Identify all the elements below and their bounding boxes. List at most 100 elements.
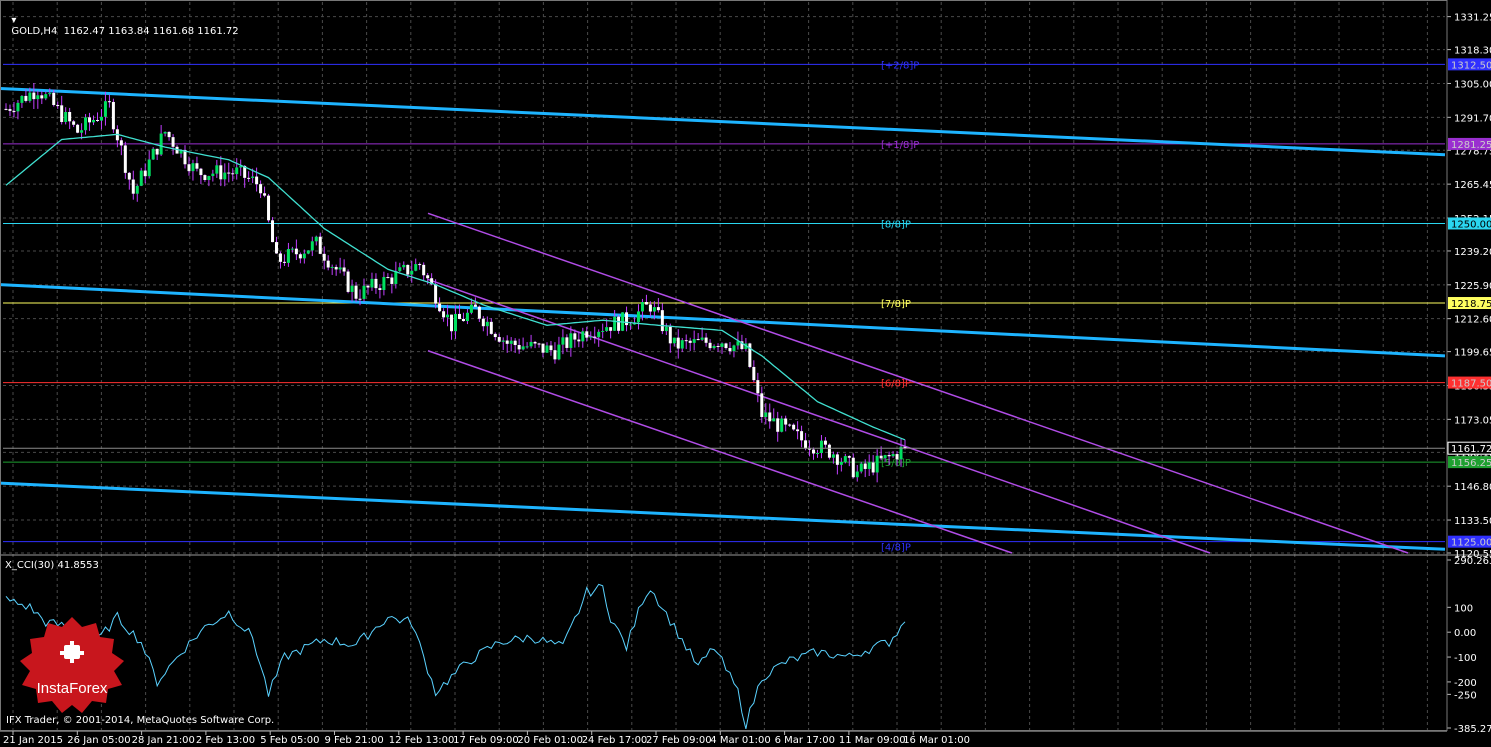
candle-body xyxy=(231,173,235,175)
candle-body xyxy=(286,249,290,263)
candle-body xyxy=(44,94,48,99)
candle-body xyxy=(875,455,879,473)
candle-body xyxy=(199,168,203,176)
candle-body xyxy=(469,304,473,313)
candle-body xyxy=(80,130,84,133)
candle-body xyxy=(187,164,191,172)
candle-body xyxy=(151,148,155,160)
candle-body xyxy=(541,343,545,353)
candle-body xyxy=(648,304,652,312)
time-tick-label: 16 Mar 01:00 xyxy=(903,735,970,746)
candle-body xyxy=(843,456,847,462)
candle-body xyxy=(505,340,509,344)
level-label: [8/8]P xyxy=(881,219,911,230)
candle-body xyxy=(823,440,827,445)
candle-body xyxy=(517,345,521,350)
candle-body xyxy=(716,346,720,348)
candle-body xyxy=(414,264,418,271)
candle-body xyxy=(676,337,680,349)
candle-body xyxy=(4,108,8,110)
candle-body xyxy=(712,346,716,349)
candle-body xyxy=(537,343,541,345)
candle-body xyxy=(326,260,330,268)
candle-body xyxy=(56,105,60,107)
candle-body xyxy=(835,454,839,465)
candle-body xyxy=(263,193,267,196)
time-tick-label: 28 Jan 21:00 xyxy=(132,735,195,746)
candle-body xyxy=(366,285,370,288)
candle-body xyxy=(839,461,843,465)
candle-body xyxy=(259,184,263,194)
candle-body xyxy=(40,95,44,99)
candle-body xyxy=(16,102,20,112)
candle-body xyxy=(147,159,151,177)
price-tick-label: 1225.90 xyxy=(1454,281,1491,292)
candle-body xyxy=(704,337,708,343)
candle-body xyxy=(485,321,489,327)
candle-body xyxy=(342,267,346,272)
candle-body xyxy=(72,121,76,125)
candle-body xyxy=(652,307,656,312)
candle-body xyxy=(696,339,700,341)
candle-body xyxy=(207,176,211,180)
candle-body xyxy=(346,271,350,292)
candle-body xyxy=(183,149,187,165)
candle-body xyxy=(688,340,692,343)
candle-body xyxy=(338,267,342,270)
candle-body xyxy=(20,95,24,103)
candle-body xyxy=(692,339,696,343)
candle-body xyxy=(155,148,159,155)
candle-body xyxy=(760,393,764,417)
candle-body xyxy=(418,264,422,266)
candle-body xyxy=(529,341,533,347)
candle-body xyxy=(804,440,808,449)
candle-body xyxy=(800,431,804,441)
price-tick-label: 1133.50 xyxy=(1454,516,1491,527)
candle-body xyxy=(426,275,430,279)
candle-body xyxy=(314,236,318,242)
level-price-tag-text: 1218.75 xyxy=(1451,299,1491,310)
candle-body xyxy=(788,424,792,426)
candle-body xyxy=(123,145,127,173)
candle-body xyxy=(334,266,338,270)
candle-body xyxy=(52,92,56,106)
candle-body xyxy=(32,92,36,100)
candle-body xyxy=(473,304,477,307)
price-tick-label: 1239.20 xyxy=(1454,247,1491,258)
time-tick-label: 5 Feb 05:00 xyxy=(260,735,319,746)
candle-body xyxy=(553,350,557,360)
candle-body xyxy=(24,95,28,101)
candle-body xyxy=(191,163,195,172)
candle-body xyxy=(195,163,199,169)
candle-body xyxy=(271,220,275,243)
candle-body xyxy=(135,185,139,194)
candle-body xyxy=(446,314,450,318)
candle-body xyxy=(171,137,175,147)
candle-body xyxy=(251,176,255,178)
time-tick-label: 6 Mar 17:00 xyxy=(775,735,835,746)
candle-body xyxy=(215,165,219,174)
candle-body xyxy=(489,321,493,334)
candle-body xyxy=(808,448,812,450)
candle-body xyxy=(274,242,278,254)
candle-body xyxy=(294,248,298,255)
candle-body xyxy=(450,314,454,332)
candle-body xyxy=(481,318,485,327)
time-tick-label: 27 Feb 09:00 xyxy=(646,735,712,746)
candle-body xyxy=(8,109,12,111)
price-chart[interactable]: [+2/8]P[+1/8]P[8/8]P[7/8]P[6/8]P[5/8]P[4… xyxy=(0,0,1491,747)
level-price-tag-text: 1312.50 xyxy=(1451,60,1491,71)
candle-body xyxy=(386,277,390,279)
candle-body xyxy=(815,452,819,454)
time-tick-label: 20 Feb 01:00 xyxy=(517,735,583,746)
candle-body xyxy=(267,195,271,221)
time-tick-label: 2 Feb 13:00 xyxy=(196,735,255,746)
time-tick-label: 4 Mar 01:00 xyxy=(710,735,770,746)
candle-body xyxy=(457,313,461,319)
price-tick-label: 1265.45 xyxy=(1454,180,1491,191)
menu-triangle-icon[interactable]: ▾ xyxy=(11,15,16,26)
candle-body xyxy=(88,117,92,123)
price-tick-label: 1212.60 xyxy=(1454,315,1491,326)
candle-body xyxy=(36,95,40,100)
candle-body xyxy=(306,250,310,254)
